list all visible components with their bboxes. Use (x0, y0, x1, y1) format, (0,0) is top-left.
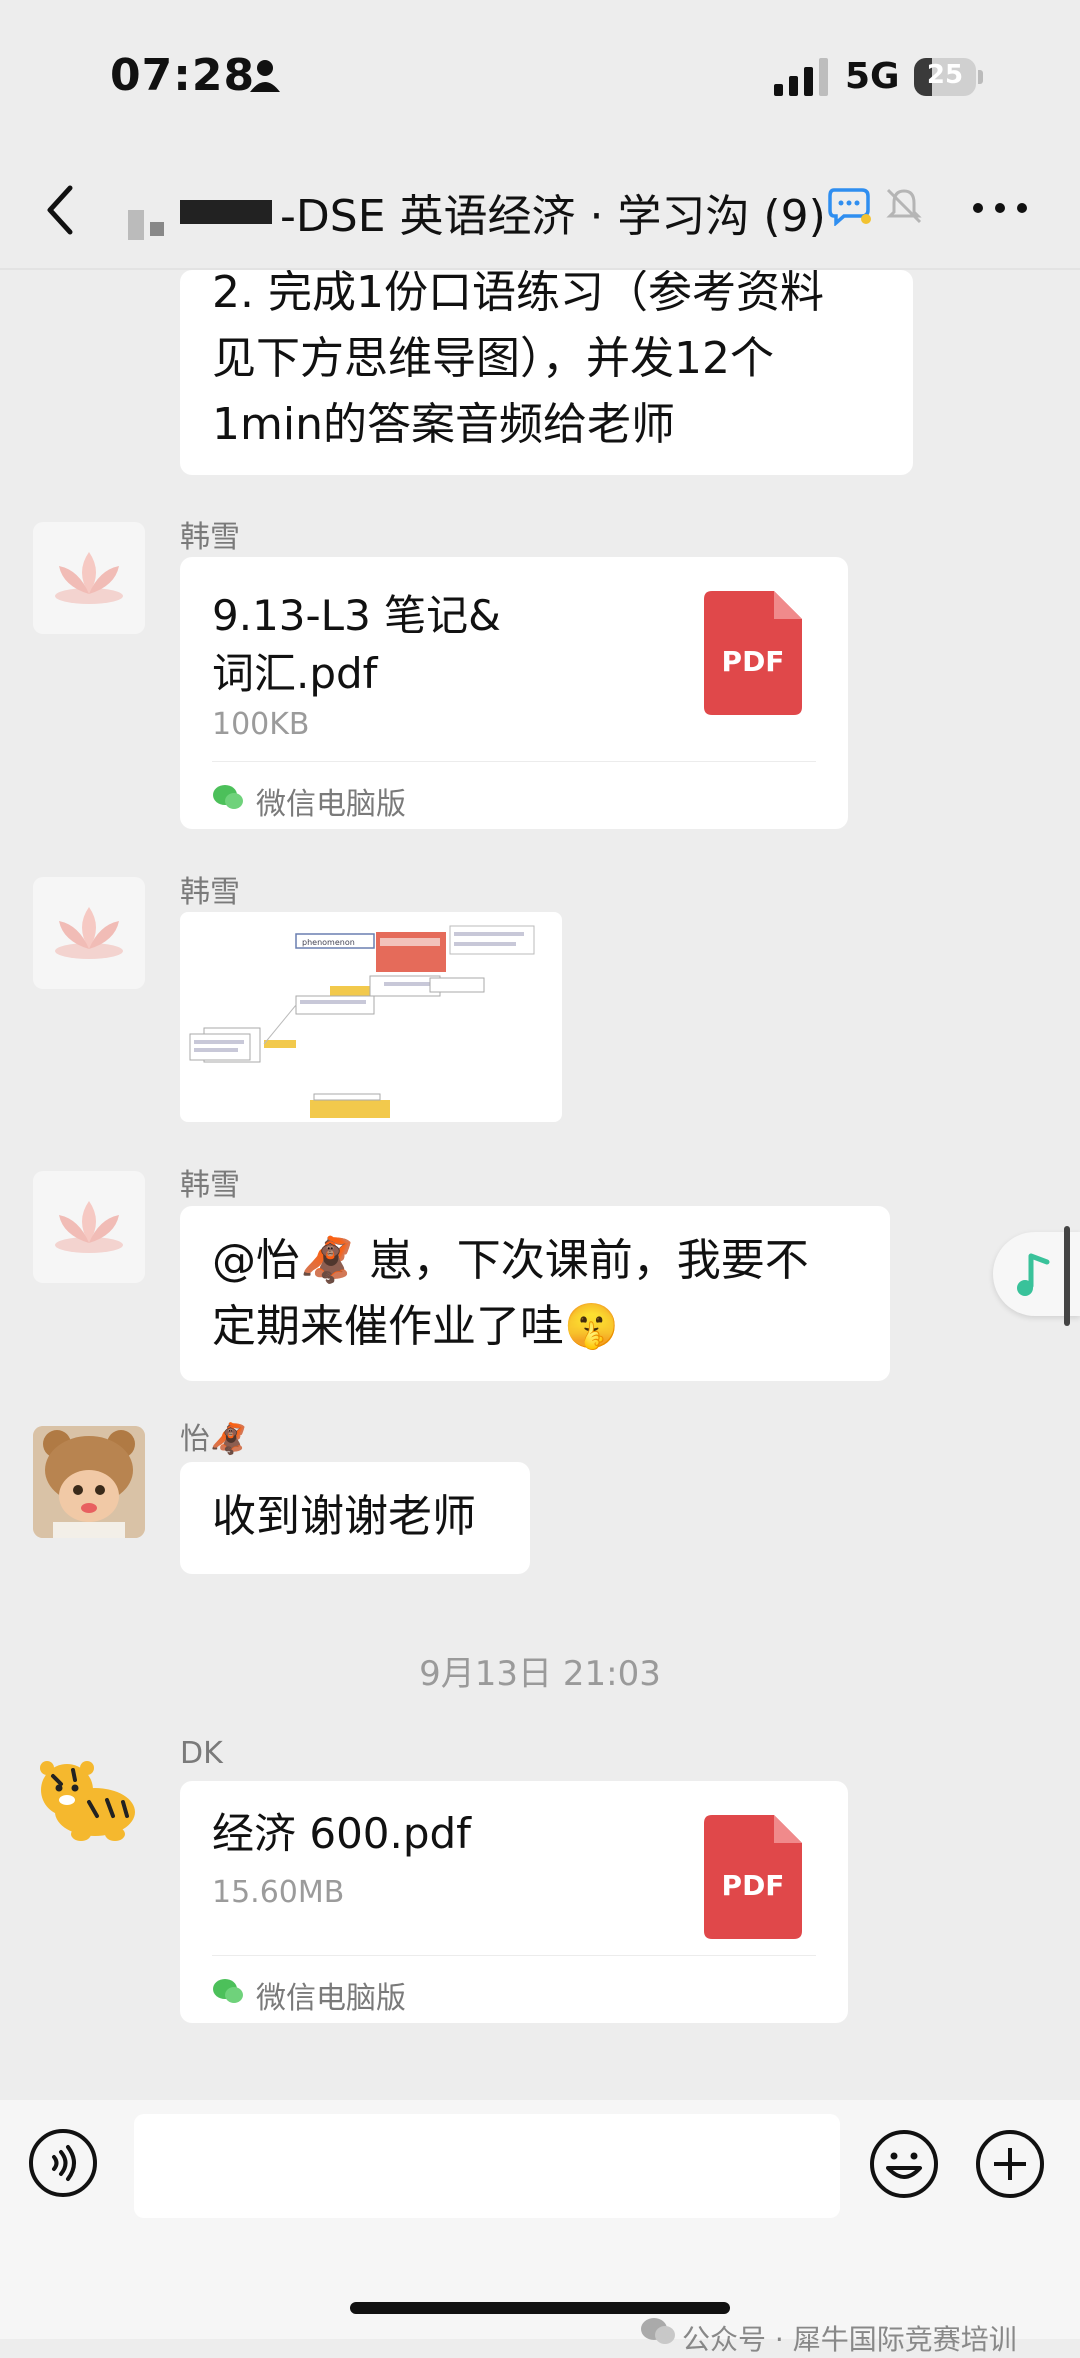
mute-bell-icon (886, 188, 922, 224)
message-bubble[interactable]: @怡🦧 崽，下次课前，我要不 定期来催作业了哇🤫 (180, 1206, 890, 1381)
file-name-line: 9.13-L3 笔记& (212, 591, 501, 640)
message-bubble[interactable]: 2. 完成1份口语练习（参考资料 见下方思维导图），并发12个 1min的答案音… (180, 267, 913, 475)
bear-hat-cat-avatar (33, 1426, 145, 1538)
mindmap-image[interactable]: phenomenon (180, 912, 562, 1122)
lotus-icon (55, 907, 123, 959)
file-source: 微信电脑版 (256, 787, 406, 822)
lotus-icon (55, 552, 123, 604)
chat-title: -DSE 英语经济 · 学习沟 (9) (280, 191, 826, 242)
redacted-block (128, 210, 144, 240)
plus-icon[interactable] (974, 2128, 1046, 2200)
battery-level: 25 (926, 60, 964, 90)
more-options-icon[interactable] (970, 200, 1030, 216)
message-line: 1min的答案音频给老师 (212, 399, 675, 450)
message-bubble[interactable]: 收到谢谢老师 (180, 1462, 530, 1574)
back-arrow-icon[interactable] (40, 180, 80, 240)
watermark-icon (641, 2318, 675, 2344)
file-bubble-divider (212, 761, 816, 762)
scroll-indicator (1064, 1226, 1070, 1326)
sender-name: 韩雪 (180, 1168, 240, 1203)
avatar[interactable] (33, 877, 145, 989)
file-source: 微信电脑版 (256, 1981, 406, 2016)
file-name: 经济 600.pdf (212, 1809, 471, 1858)
message-line: 定期来催作业了哇🤫 (212, 1301, 619, 1352)
file-bubble-divider (212, 1955, 816, 1956)
avatar[interactable] (33, 1746, 145, 1858)
emoji-icon[interactable] (868, 2128, 940, 2200)
sender-name: 怡🦧 (180, 1422, 248, 1457)
file-size: 15.60MB (212, 1875, 345, 1910)
message-line: @怡🦧 崽，下次课前，我要不 (212, 1235, 809, 1286)
file-name-line: 词汇.pdf (212, 649, 378, 698)
watermark-text: 公众号 · 犀牛国际竞赛培训 (682, 2323, 1017, 2356)
voice-input-icon[interactable] (28, 2128, 98, 2198)
wechat-pc-icon (213, 1979, 243, 2003)
wechat-pc-icon (213, 785, 243, 809)
message-text: 收到谢谢老师 (212, 1491, 476, 1542)
mindmap-node-label: phenomenon (302, 938, 355, 947)
mindmap-diagram: phenomenon (189, 925, 535, 1118)
message-line: 见下方思维导图），并发12个 (212, 333, 774, 384)
network-type: 5G (845, 56, 900, 97)
chat-timestamp: 9月13日 21:03 (419, 1654, 661, 1694)
avatar[interactable] (33, 1171, 145, 1283)
avatar[interactable] (33, 1426, 145, 1538)
battery-icon: 25 (914, 58, 986, 98)
chat-bubble-icon[interactable] (828, 186, 872, 226)
file-message-bubble[interactable]: 9.13-L3 笔记& 词汇.pdf 100KB PDF 微信电脑版 (180, 557, 848, 829)
file-name: 9.13-L3 笔记& 词汇.pdf (212, 587, 501, 703)
pdf-label: PDF (721, 1869, 785, 1902)
message-input[interactable] (134, 2114, 840, 2218)
sender-name: 韩雪 (180, 875, 240, 910)
redacted-block (180, 200, 272, 224)
sender-name: DK (180, 1736, 223, 1771)
redacted-block (150, 222, 164, 236)
tiger-avatar (40, 1761, 135, 1841)
lotus-icon (55, 1201, 123, 1253)
header-divider (0, 268, 1080, 270)
avatar[interactable] (33, 522, 145, 634)
file-size: 100KB (212, 707, 310, 742)
home-indicator (350, 2302, 730, 2314)
signal-icon (774, 58, 828, 96)
file-message-bubble[interactable]: 经济 600.pdf 15.60MB PDF 微信电脑版 (180, 1781, 848, 2023)
person-icon (250, 60, 280, 92)
sender-name: 韩雪 (180, 520, 240, 555)
status-time: 07:28 (110, 50, 256, 101)
pdf-label: PDF (721, 645, 785, 678)
status-bar: 07:28 5G 25 (0, 0, 1080, 150)
